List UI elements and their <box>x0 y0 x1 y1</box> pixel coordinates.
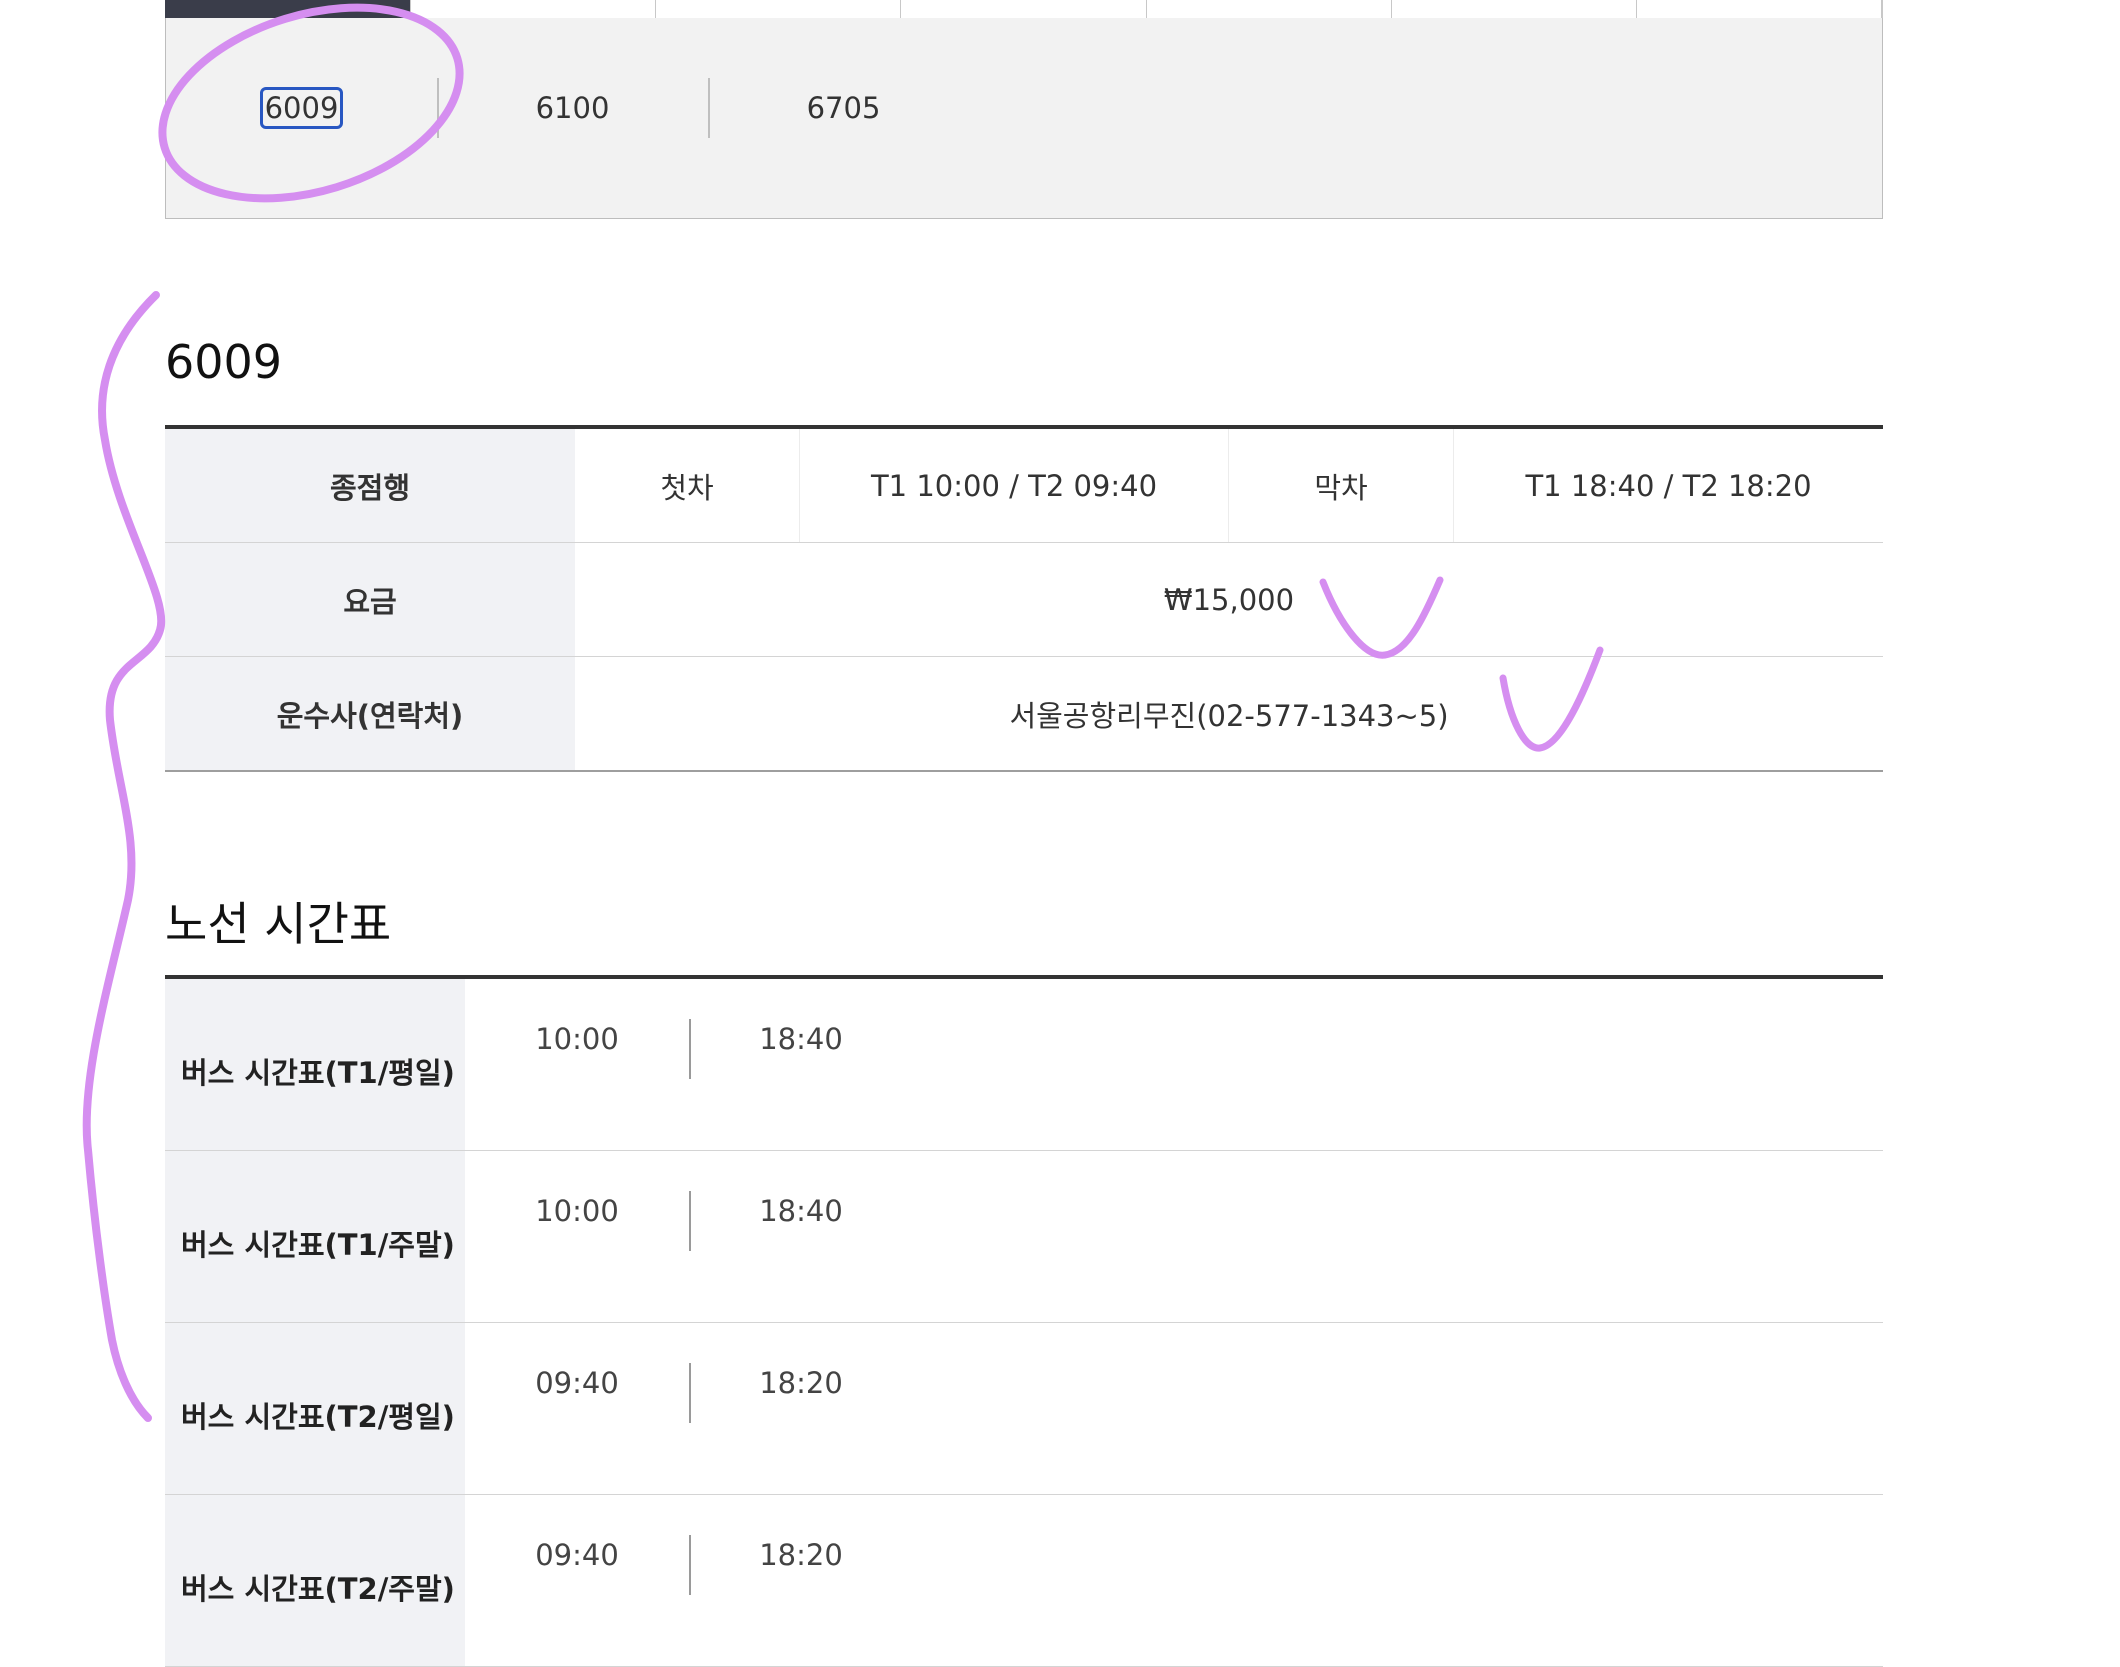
first-bus-label: 첫차 <box>575 429 800 542</box>
departure-time: 10:00 <box>535 1022 619 1056</box>
last-bus-value: T1 18:40 / T2 18:20 <box>1525 468 1812 503</box>
fare-value: ₩15,000 <box>1163 582 1295 617</box>
info-row-operator: 운수사(연락처) 서울공항리무진(02-577-1343~5) <box>165 657 1883 772</box>
info-row-fare: 요금 ₩15,000 <box>165 543 1883 657</box>
first-bus-value: T1 10:00 / T2 09:40 <box>800 429 1229 542</box>
route-link-6100[interactable]: 6100 <box>437 78 708 138</box>
route-link-6705[interactable]: 6705 <box>708 78 979 138</box>
tab[interactable] <box>656 0 902 18</box>
info-row-schedule: 종점행 첫차 T1 10:00 / T2 09:40 막차 T1 18:40 /… <box>165 429 1883 543</box>
route-selector-panel: 6009 6100 6705 <box>165 18 1883 219</box>
departure-time: 18:40 <box>689 1019 913 1079</box>
operator-value: 서울공항리무진(02-577-1343~5) <box>1009 698 1449 733</box>
timetable-row-label: 버스 시간표(T1/주말) <box>165 1151 465 1322</box>
route-title: 6009 <box>165 335 283 389</box>
departure-time: 18:40 <box>689 1191 913 1251</box>
tab[interactable] <box>411 0 657 18</box>
last-bus-label: 막차 <box>1229 429 1454 542</box>
timetable-row: 버스 시간표(T1/주말) 10:00 18:40 <box>165 1151 1883 1323</box>
departure-time: 18:20 <box>689 1363 913 1423</box>
departure-time: 09:40 <box>535 1538 619 1572</box>
operator-header: 운수사(연락처) <box>165 657 575 770</box>
tab[interactable] <box>1392 0 1637 18</box>
timetable-row: 버스 시간표(T1/평일) 10:00 18:40 <box>165 979 1883 1151</box>
route-category-tabs <box>165 0 1884 32</box>
timetable-row-label: 버스 시간표(T2/주말) <box>165 1495 465 1666</box>
timetable-row-label: 버스 시간표(T1/평일) <box>165 979 465 1150</box>
departure-time: 10:00 <box>535 1194 619 1228</box>
route-info-table: 종점행 첫차 T1 10:00 / T2 09:40 막차 T1 18:40 /… <box>165 425 1883 772</box>
timetable-row-label: 버스 시간표(T2/평일) <box>165 1323 465 1494</box>
destination-header: 종점행 <box>165 429 575 542</box>
departure-time: 09:40 <box>535 1366 619 1400</box>
tab[interactable] <box>1147 0 1392 18</box>
annotation-bracket <box>82 291 166 1422</box>
timetable-title: 노선 시간표 <box>165 897 392 951</box>
fare-header: 요금 <box>165 543 575 656</box>
tab[interactable] <box>1637 0 1884 18</box>
timetable-table: 버스 시간표(T1/평일) 10:00 18:40 버스 시간표(T1/주말) … <box>165 975 1883 1667</box>
departure-time: 18:20 <box>689 1535 913 1595</box>
route-link-6009[interactable]: 6009 <box>166 78 437 138</box>
timetable-row: 버스 시간표(T2/주말) 09:40 18:20 <box>165 1495 1883 1667</box>
tab-active[interactable] <box>165 0 411 32</box>
route-link-label[interactable]: 6009 <box>259 87 344 129</box>
route-list: 6009 6100 6705 <box>166 78 979 138</box>
tab[interactable] <box>901 0 1147 18</box>
timetable-row: 버스 시간표(T2/평일) 09:40 18:20 <box>165 1323 1883 1495</box>
